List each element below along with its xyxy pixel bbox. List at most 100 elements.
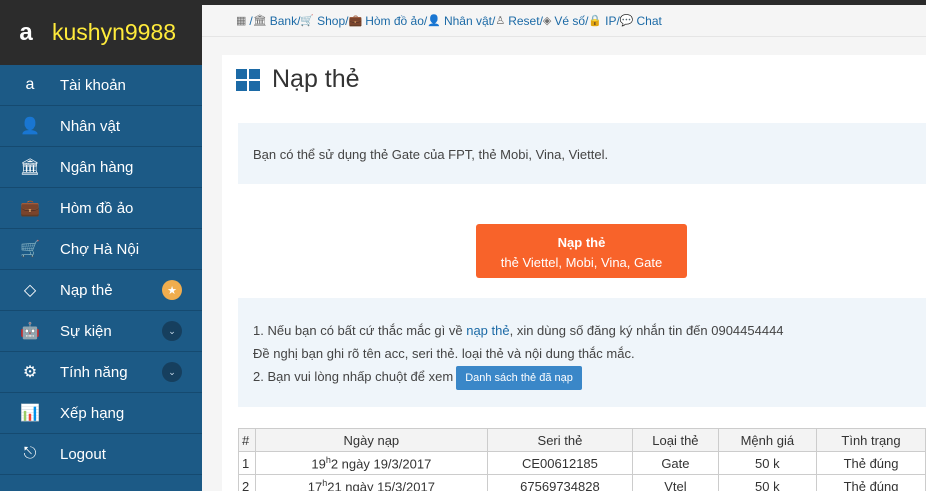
- status-cell: Thẻ đúng: [816, 474, 926, 491]
- page-title: Nạp thẻ: [272, 65, 360, 93]
- topup-button-subtitle: thẻ Viettel, Mobi, Vina, Gate: [500, 255, 663, 270]
- date-hour: 17: [307, 479, 323, 491]
- card-value-cell: 50 k: [717, 474, 818, 491]
- info-alert: Bạn có thể sử dụng thẻ Gate của FPT, thẻ…: [238, 123, 926, 184]
- sidebar-item[interactable]: 📊 Xếp hạng: [0, 393, 202, 434]
- table-row: 1 19h2 ngày 19/3/2017 CE00612185 Gate 50 k Th…: [238, 451, 926, 475]
- topup-button-title: Nạp thẻ: [557, 235, 606, 250]
- sidebar-item[interactable]: 🤖 Sự kiện ⌄: [0, 311, 202, 352]
- cart-icon: 🛒: [20, 241, 40, 258]
- android-icon: 🤖: [20, 323, 40, 340]
- lock-icon: 🔒: [588, 15, 603, 27]
- windows-icon: [236, 68, 260, 91]
- sidebar-item-label: Hòm đồ ảo: [60, 199, 134, 217]
- sidebar-item[interactable]: 👤 Nhân vật: [0, 106, 202, 147]
- table-header-cell: Loại thẻ: [632, 428, 719, 452]
- top-nav-label: IP: [605, 13, 617, 28]
- sidebar-item[interactable]: a Tài khoản: [0, 65, 202, 106]
- sidebar-item-label: Logout: [60, 445, 106, 463]
- top-nav-item[interactable]: 💬 Chat: [620, 14, 662, 28]
- card-type-cell: Gate: [632, 451, 719, 475]
- table-row: 2 17h21 ngày 15/3/2017 67569734828 Vtel 50 k…: [238, 474, 926, 491]
- top-nav-item[interactable]: ♙ Reset: [495, 14, 539, 28]
- chevron-down-icon[interactable]: ⌄: [162, 362, 182, 382]
- top-nav-label: Nhân vật: [443, 13, 492, 28]
- card-history-table: # Ngày nạp Seri thẻ Loại thẻ Mệnh giá Tình tr…: [238, 428, 926, 491]
- topup-button[interactable]: Nạp thẻ thẻ Viettel, Mobi, Vina, Gate: [476, 224, 687, 278]
- table-header-row: # Ngày nạp Seri thẻ Loại thẻ Mệnh giá Tình tr…: [238, 428, 926, 452]
- row-number: 1: [238, 451, 256, 475]
- row-number: 2: [238, 474, 256, 491]
- card-list-button[interactable]: Danh sách thẻ đã nạp: [456, 365, 582, 390]
- help-text: 2. Bạn vui lòng nhấp chuột để xem: [253, 369, 454, 384]
- brand[interactable]: a kushyn9988: [0, 0, 202, 65]
- sidebar-item-label: Chợ Hà Nội: [60, 240, 140, 258]
- sidebar-item[interactable]: 🛒 Chợ Hà Nội: [0, 229, 202, 270]
- date-rest: 2 ngày 19/3/2017: [330, 456, 432, 472]
- sidebar-item-label: Tài khoản: [60, 76, 126, 94]
- help-line-1: 1. Nếu bạn có bất cứ thắc mắc gì về nạp …: [253, 319, 926, 342]
- sign-out-icon: ⎋: [23, 445, 37, 462]
- card-type-cell: Vtel: [632, 474, 719, 491]
- bank-icon: 🏛: [19, 159, 41, 176]
- table-header-cell: #: [238, 428, 256, 452]
- star-badge-icon[interactable]: ★: [162, 280, 182, 300]
- table-header-cell: Ngày nạp: [255, 428, 488, 452]
- sidebar-item-label: Ngân hàng: [60, 158, 134, 176]
- bar-chart-icon: 📊: [20, 405, 40, 422]
- date-rest: 21 ngày 15/3/2017: [327, 479, 435, 491]
- table-header-cell: Seri thẻ: [486, 428, 634, 452]
- top-nav-label: Chat: [636, 13, 662, 28]
- sidebar-item[interactable]: 💼 Hòm đồ ảo: [0, 188, 202, 229]
- amazon-logo-icon: a: [19, 18, 33, 46]
- help-line-3: 2. Bạn vui lòng nhấp chuột để xem Danh sá…: [253, 365, 926, 390]
- table-header-cell: Tình trạng: [816, 428, 926, 452]
- sidebar-item[interactable]: 🏛 Ngân hàng: [0, 147, 202, 188]
- sidebar-item[interactable]: ⎋ Logout: [0, 434, 202, 475]
- top-nav-item[interactable]: ◈ Vé số: [543, 14, 585, 28]
- help-alert: 1. Nếu bạn có bất cứ thắc mắc gì về nạp …: [238, 298, 926, 407]
- top-nav-item[interactable]: ▦: [236, 14, 249, 27]
- top-nav-item[interactable]: 🛒 Shop: [300, 14, 345, 28]
- help-text: , xin dùng số đăng ký nhắn tin đến 09044…: [509, 323, 784, 338]
- serial-cell: CE00612185: [486, 451, 634, 475]
- briefcase-icon: 💼: [20, 200, 40, 217]
- sidebar-item-label: Xếp hạng: [60, 404, 125, 422]
- top-nav-label: Vé số: [554, 13, 586, 28]
- bank-icon: 🏛: [252, 15, 267, 27]
- top-nav-label: Shop: [317, 13, 346, 28]
- reset-icon: ♙: [495, 15, 506, 27]
- top-nav-label: Hòm đồ ảo: [365, 13, 424, 28]
- user-icon: 👤: [20, 118, 40, 135]
- calendar-icon: ▦: [236, 15, 247, 27]
- sidebar-item[interactable]: ⚙ Tính năng ⌄: [0, 352, 202, 393]
- page-header: Nạp thẻ: [236, 65, 360, 94]
- date-cell: 17h21 ngày 15/3/2017: [255, 474, 488, 491]
- username: kushyn9988: [52, 19, 177, 45]
- sidebar-item-label: Nhân vật: [60, 117, 121, 135]
- card-value-cell: 50 k: [717, 451, 818, 475]
- top-nav-item[interactable]: 🏛 Bank: [253, 14, 297, 28]
- top-nav-label: Reset: [508, 13, 540, 28]
- date-hour: 19: [311, 456, 326, 472]
- table-header-cell: Mệnh giá: [717, 428, 818, 452]
- top-nav-item[interactable]: 🔒 IP: [588, 14, 616, 28]
- top-nav-label: Bank: [269, 13, 298, 28]
- page-content: Nạp thẻ Bạn có thể sử dụng thẻ Gate của …: [222, 55, 926, 491]
- help-text: 1. Nếu bạn có bất cứ thắc mắc gì về: [253, 323, 467, 338]
- sidebar-item[interactable]: ◇ Nạp thẻ ★: [0, 270, 202, 311]
- top-nav: ▦ / 🏛 Bank / 🛒 Shop / 💼 Hòm đồ ảo / 👤 Nhân vật / ♙ Rese…: [202, 5, 926, 37]
- topup-link[interactable]: nạp thẻ: [466, 323, 509, 338]
- chevron-down-icon[interactable]: ⌄: [162, 321, 182, 341]
- help-line-2: Đề nghị bạn ghi rõ tên acc, seri thẻ. lo…: [253, 346, 635, 361]
- chat-icon: 💬: [619, 15, 634, 27]
- top-nav-item[interactable]: 👤 Nhân vật: [427, 14, 492, 28]
- cart-icon: 🛒: [300, 15, 315, 27]
- top-nav-item[interactable]: 💼 Hòm đồ ảo: [349, 14, 424, 28]
- date-cell: 19h2 ngày 19/3/2017: [255, 451, 488, 475]
- ticket-icon: ◈: [542, 15, 552, 27]
- diamond-icon: ◇: [23, 282, 37, 299]
- briefcase-icon: 💼: [348, 15, 363, 27]
- sidebar: a kushyn9988 a Tài khoản 👤 Nhân vật 🏛 Ngân hà…: [0, 0, 202, 491]
- amazon-icon: a: [25, 76, 35, 93]
